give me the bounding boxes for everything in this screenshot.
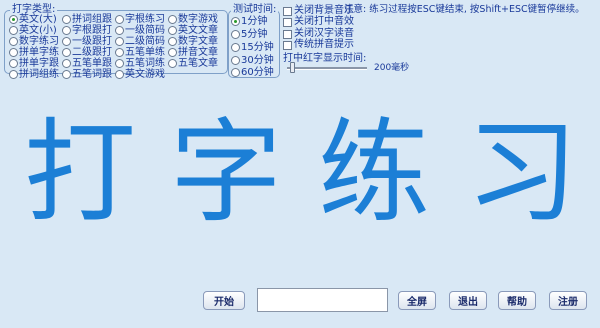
- checkbox-icon: [283, 29, 292, 39]
- checkbox-traditional-pinyin-hint[interactable]: 传统拼音提示: [283, 39, 354, 51]
- speed-slider-track[interactable]: [287, 67, 367, 70]
- radio-english-lower[interactable]: 英文(小): [9, 25, 57, 36]
- radio-time-5min[interactable]: 5分钟: [231, 29, 267, 40]
- radio-pinyin-char-follow[interactable]: 拼单字跟: [9, 58, 59, 69]
- radio-button-icon: [231, 43, 240, 52]
- radio-button-icon: [231, 30, 240, 39]
- title-char-1: 打: [24, 108, 136, 238]
- instructions-note: 注意: 练习过程按ESC键结束, 按Shift+ESC键暂停继续。: [344, 4, 585, 15]
- radio-button-icon: [62, 59, 71, 68]
- radio-radical-practice[interactable]: 字根练习: [115, 14, 165, 25]
- radio-pinyin-phrase-practice[interactable]: 拼词组练: [9, 69, 59, 80]
- radio-button-icon: [115, 48, 124, 57]
- radio-button-icon: [231, 68, 240, 77]
- radio-level2-follow[interactable]: 二级跟打: [62, 47, 112, 58]
- radio-button-icon: [9, 70, 18, 79]
- radio-digit-game[interactable]: 数字游戏: [168, 14, 218, 25]
- speed-label: 打中红字显示时间:: [283, 53, 367, 64]
- speed-value: 200毫秒: [374, 63, 410, 73]
- radio-button-icon: [9, 48, 18, 57]
- radio-pinyin-char-practice[interactable]: 拼单字练: [9, 47, 59, 58]
- radio-wubi-phrase-follow[interactable]: 五笔词跟: [62, 69, 112, 80]
- radio-button-icon: [115, 70, 124, 79]
- radio-button-icon: [115, 26, 124, 35]
- radio-button-icon: [231, 17, 240, 26]
- radio-time-30min[interactable]: 30分钟: [231, 55, 274, 66]
- typing-input[interactable]: [257, 288, 388, 312]
- radio-level1-follow[interactable]: 一级跟打: [62, 36, 112, 47]
- register-button[interactable]: 注册: [549, 291, 587, 310]
- exit-button[interactable]: 退出: [449, 291, 487, 310]
- radio-button-icon: [168, 59, 177, 68]
- test-time-title: 测试时间:: [231, 4, 279, 16]
- checkbox-icon: [283, 6, 292, 16]
- practice-title: 打 字 练 习: [0, 108, 600, 238]
- checkbox-icon: [283, 17, 292, 27]
- radio-wubi-single-follow[interactable]: 五笔单跟: [62, 58, 112, 69]
- radio-digit-article[interactable]: 数字文章: [168, 36, 218, 47]
- radio-english-article[interactable]: 英文文章: [168, 25, 218, 36]
- radio-button-icon: [168, 15, 177, 24]
- radio-button-icon: [9, 15, 18, 24]
- radio-button-icon: [168, 37, 177, 46]
- checkbox-icon: [283, 40, 292, 50]
- radio-button-icon: [231, 56, 240, 65]
- radio-button-icon: [115, 59, 124, 68]
- radio-level2-code[interactable]: 二级简码: [115, 36, 165, 47]
- radio-button-icon: [168, 48, 177, 57]
- radio-pinyin-phrase-follow[interactable]: 拼词组跟: [62, 14, 112, 25]
- speed-slider-thumb[interactable]: [290, 62, 295, 73]
- help-button[interactable]: 帮助: [498, 291, 536, 310]
- radio-button-icon: [9, 59, 18, 68]
- radio-level1-code[interactable]: 一级简码: [115, 25, 165, 36]
- fullscreen-button[interactable]: 全屏: [398, 291, 436, 310]
- radio-button-icon: [9, 37, 18, 46]
- title-char-2: 字: [170, 108, 282, 238]
- radio-button-icon: [62, 70, 71, 79]
- radio-digit-practice[interactable]: 数字练习: [9, 36, 59, 47]
- radio-time-1min[interactable]: 1分钟: [231, 16, 267, 27]
- title-char-4: 习: [466, 108, 578, 238]
- checkbox-mute-hit-sound[interactable]: 关闭打中音效: [283, 16, 354, 28]
- radio-pinyin-article[interactable]: 拼音文章: [168, 47, 218, 58]
- radio-time-15min[interactable]: 15分钟: [231, 42, 274, 53]
- radio-button-icon: [115, 37, 124, 46]
- radio-english-game[interactable]: 英文游戏: [115, 69, 165, 80]
- title-char-3: 练: [318, 108, 430, 238]
- radio-button-icon: [115, 15, 124, 24]
- radio-time-60min[interactable]: 60分钟: [231, 67, 274, 78]
- radio-wubi-single-practice[interactable]: 五笔单练: [115, 47, 165, 58]
- radio-button-icon: [62, 37, 71, 46]
- radio-button-icon: [62, 15, 71, 24]
- radio-button-icon: [168, 26, 177, 35]
- radio-english-upper[interactable]: 英文(大): [9, 14, 57, 25]
- start-button[interactable]: 开始: [203, 291, 245, 310]
- radio-radical-follow[interactable]: 字根跟打: [62, 25, 112, 36]
- radio-wubi-phrase-practice[interactable]: 五笔词练: [115, 58, 165, 69]
- radio-button-icon: [9, 26, 18, 35]
- radio-wubi-article[interactable]: 五笔文章: [168, 58, 218, 69]
- radio-button-icon: [62, 26, 71, 35]
- radio-button-icon: [62, 48, 71, 57]
